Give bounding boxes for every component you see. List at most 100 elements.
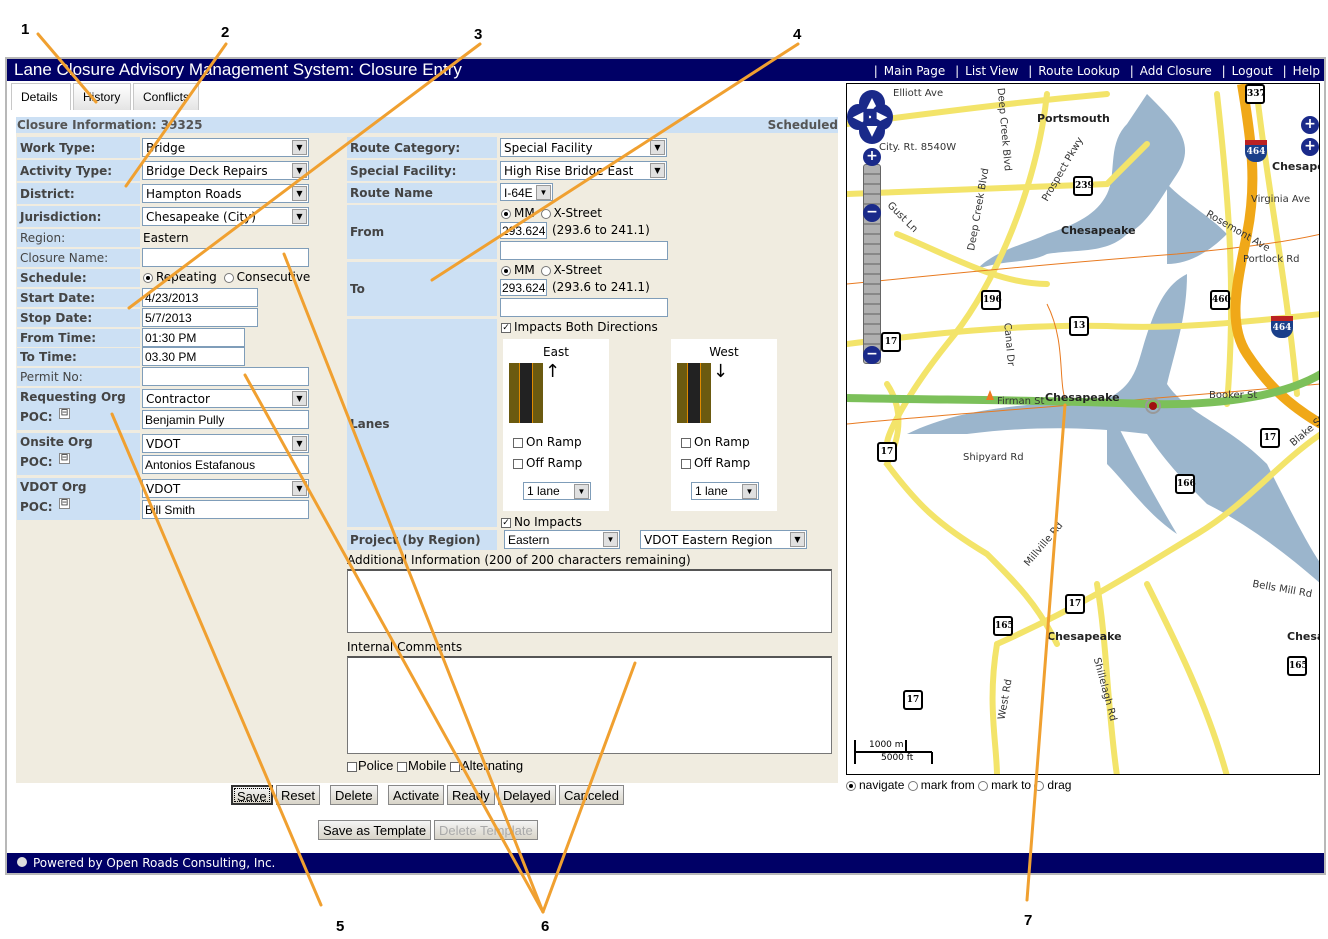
nav-list-view[interactable]: List View [965,64,1018,78]
schedule-consecutive-radio[interactable] [223,272,234,283]
region-value: Eastern [143,231,189,245]
mobile-checkbox[interactable] [397,761,408,772]
onsite-org-select[interactable]: VDOT ▼ [142,434,309,453]
impacts-both-checkbox[interactable]: ✓ [501,322,511,333]
activate-button[interactable]: Activate [388,785,445,805]
save-button[interactable]: Save [231,785,273,805]
alternating-checkbox[interactable] [449,761,460,772]
special-facility-select[interactable]: High Rise Bridge East ▼ [500,161,667,180]
chevron-down-icon: ▼ [292,186,307,201]
mode-mark-from-radio[interactable] [907,780,918,791]
east-off-ramp-checkbox[interactable] [513,458,523,469]
footer-bar: Powered by Open Roads Consulting, Inc. [7,853,1324,873]
interstate-shield: 464 [1245,140,1267,162]
nav-route-lookup[interactable]: Route Lookup [1038,64,1120,78]
onsite-org-label: Onsite Org POC: ⊟ [17,433,140,475]
map-street-label: Portlock Rd [1243,254,1300,265]
collapse-icon[interactable]: ⊟ [59,498,70,509]
east-road-graphic [509,363,543,423]
east-lanes-select[interactable]: 1 lane ▼ [523,482,591,500]
annotation-5: 5 [336,918,345,935]
permit-no-input[interactable] [142,367,309,386]
closure-status: Scheduled [767,118,838,132]
ready-button[interactable]: Ready [447,785,495,805]
west-on-ramp-checkbox[interactable] [681,437,691,448]
route-shield: 196 [981,290,1002,310]
to-time-input[interactable]: 03.30 PM [142,347,245,366]
pan-down-icon[interactable]: ▼ [859,118,885,144]
start-date-input[interactable]: 4/23/2013 [142,288,258,307]
mode-mark-to-radio[interactable] [978,780,989,791]
west-lanes-select[interactable]: 1 lane ▼ [691,482,759,500]
from-time-input[interactable]: 01:30 PM [142,328,245,347]
east-off-ramp: Off Ramp [513,456,582,470]
district-select[interactable]: Hampton Roads ▼ [142,184,309,203]
jurisdiction-label: Jurisdiction: [17,206,140,227]
schedule-label: Schedule: [17,269,140,287]
from-mm-input[interactable]: 293.624 [500,222,547,239]
project-region-select[interactable]: Eastern ▼ [504,530,620,549]
no-impacts-checkbox[interactable]: ✓ [501,517,511,528]
requesting-poc-input[interactable]: Benjamin Pully [142,410,309,429]
canceled-button[interactable]: Canceled [559,785,624,805]
schedule-repeating-radio[interactable] [143,272,153,283]
special-facility-label: Special Facility: [347,160,497,181]
mode-drag-radio[interactable] [1034,780,1045,791]
map-mode-options: navigate mark from mark to drag [846,778,1071,792]
zoom-handle[interactable]: − [863,204,881,222]
route-name-select[interactable]: I-64E ▼ [500,183,553,201]
tab-conflicts[interactable]: Conflicts [133,83,199,110]
tab-details[interactable]: Details [11,83,71,110]
police-checkbox[interactable] [347,761,357,772]
closure-name-input[interactable] [142,248,309,267]
mode-navigate-radio[interactable] [846,780,856,791]
zoom-out-icon[interactable]: − [863,346,881,364]
reset-button[interactable]: Reset [276,785,320,805]
west-off-ramp-checkbox[interactable] [681,458,691,469]
work-type-select[interactable]: Bridge ▼ [142,138,309,157]
jurisdiction-select[interactable]: Chesapeake (City) ▼ [142,207,309,226]
to-xstreet-radio[interactable] [540,265,551,276]
expand-icon[interactable]: + [1301,116,1319,134]
arrow-up-icon: ↑ [545,361,561,382]
annotation-2: 2 [221,24,230,41]
east-on-ramp-checkbox[interactable] [513,437,523,448]
map-street-label: Firman St [997,396,1045,407]
expand-icon[interactable]: + [1301,138,1319,156]
route-category-select[interactable]: Special Facility ▼ [500,138,667,157]
from-extra-input[interactable] [500,241,668,260]
vdot-poc-input[interactable]: Bill Smith [142,500,309,519]
chevron-down-icon: ▼ [292,391,307,406]
zoom-slider[interactable] [863,164,881,364]
collapse-icon[interactable]: ⊟ [59,408,70,419]
to-mm-radio[interactable] [501,265,511,276]
start-date-label: Start Date: [17,289,140,307]
nav-logout[interactable]: Logout [1232,64,1273,78]
internal-comments-textarea[interactable] [347,656,832,754]
tab-history[interactable]: History [73,83,131,110]
to-extra-input[interactable] [500,298,668,317]
delete-button[interactable]: Delete [330,785,378,805]
vdot-org-label: VDOT Org POC: ⊟ [17,478,140,520]
nav-add-closure[interactable]: Add Closure [1140,64,1212,78]
lanes-label: Lanes [347,319,497,527]
vdot-org-select[interactable]: VDOT ▼ [142,479,309,498]
to-label: To [347,262,497,316]
delayed-button[interactable]: Delayed [498,785,556,805]
to-mm-input[interactable]: 293.624 [500,279,547,296]
nav-main-page[interactable]: Main Page [884,64,946,78]
annotation-7: 7 [1024,912,1033,929]
additional-info-textarea[interactable] [347,569,832,633]
nav-help[interactable]: Help [1293,64,1320,78]
from-mm-radio[interactable] [501,208,511,219]
onsite-poc-input[interactable]: Antonios Estafanous [142,455,309,474]
stop-date-input[interactable]: 5/7/2013 [142,308,258,327]
map-view[interactable]: ▲ ◀ ▶ ▼ + − − + + Elliott Ave City. Rt. … [846,83,1320,775]
activity-type-select[interactable]: Bridge Deck Repairs ▼ [142,161,309,180]
app-title: Lane Closure Advisory Management System:… [14,60,462,79]
requesting-org-select[interactable]: Contractor ▼ [142,389,309,408]
from-xstreet-radio[interactable] [540,208,551,219]
collapse-icon[interactable]: ⊟ [59,453,70,464]
project-org-select[interactable]: VDOT Eastern Region ▼ [640,530,807,549]
save-as-template-button[interactable]: Save as Template [318,820,432,840]
